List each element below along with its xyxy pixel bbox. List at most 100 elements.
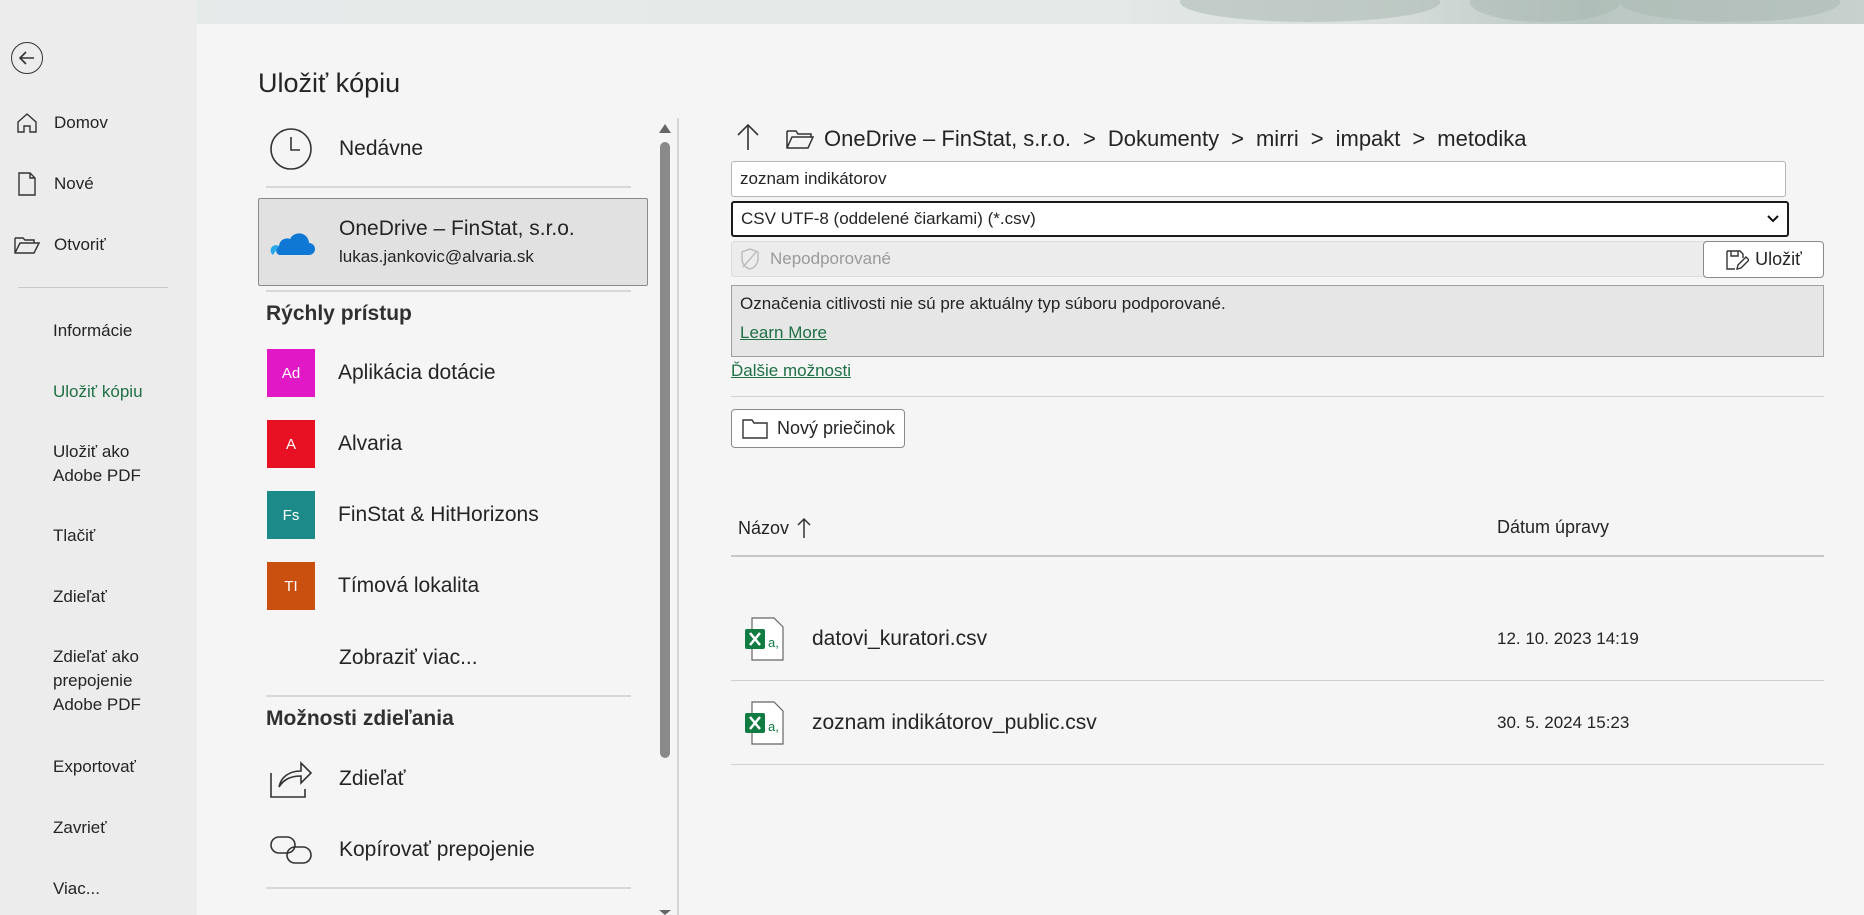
file-row[interactable]: a, datovi_kuratori.csv 12. 10. 2023 14:1… — [731, 597, 1824, 681]
column-header-date[interactable]: Dátum úpravy — [1497, 517, 1609, 538]
excel-csv-icon: a, — [745, 701, 784, 745]
breadcrumb-item[interactable]: Dokumenty — [1108, 126, 1219, 152]
quick-access-item[interactable]: Ad Aplikácia dotácie — [258, 348, 650, 398]
breadcrumb-item[interactable]: mirri — [1256, 126, 1299, 152]
share-icon — [269, 759, 313, 799]
home-icon — [14, 112, 40, 134]
file-date: 30. 5. 2024 15:23 — [1497, 713, 1630, 732]
quick-access-item[interactable]: A Alvaria — [258, 419, 650, 469]
separator — [266, 695, 631, 697]
column-name-label: Názov — [738, 517, 790, 538]
breadcrumb-separator: > — [1412, 126, 1426, 151]
decorative-shape — [1620, 0, 1840, 22]
separator — [266, 186, 631, 188]
site-tile-icon: TI — [267, 562, 315, 610]
show-more-locations[interactable]: Zobraziť viac... — [258, 633, 650, 683]
copy-link-label: Kopírovať prepojenie — [339, 838, 535, 861]
quick-access-item[interactable]: TI Tímová lokalita — [258, 561, 650, 611]
nav-info[interactable]: Informácie — [53, 319, 173, 343]
location-recent-label: Nedávne — [339, 137, 424, 160]
locations-scrollbar[interactable] — [656, 118, 674, 915]
breadcrumb-item[interactable]: impakt — [1336, 126, 1401, 152]
nav-share-adobe-link[interactable]: Zdieľať ako prepojenie Adobe PDF — [53, 645, 173, 717]
svg-text:a,: a, — [768, 635, 779, 650]
nav-new[interactable]: Nové — [14, 164, 94, 204]
back-arrow-icon — [18, 51, 34, 65]
back-button[interactable] — [11, 42, 43, 74]
header-divider — [731, 555, 1824, 557]
file-type-select[interactable]: CSV UTF-8 (oddelené čiarkami) (*.csv) — [731, 201, 1789, 237]
sensitivity-value: Nepodporované — [770, 249, 891, 268]
nav-home[interactable]: Domov — [14, 103, 108, 143]
sensitivity-notice: Označenia citlivosti nie sú pre aktuálny… — [731, 285, 1824, 357]
new-document-icon — [14, 172, 40, 196]
file-name: zoznam indikátorov_public.csv — [812, 711, 1097, 734]
backstage-nav: Domov Nové Otvoriť Informácie Uložiť kóp… — [0, 0, 197, 915]
decorative-shape — [1180, 0, 1440, 22]
notice-text: Označenia citlivosti nie sú pre aktuálny… — [740, 294, 1226, 313]
nav-more[interactable]: Viac... — [53, 877, 173, 901]
scroll-thumb[interactable] — [660, 142, 670, 758]
learn-more-link[interactable]: Learn More — [740, 323, 827, 343]
nav-divider — [18, 287, 168, 288]
file-name: datovi_kuratori.csv — [812, 627, 988, 650]
breadcrumb-item[interactable]: metodika — [1437, 126, 1526, 152]
site-tile-icon: Fs — [267, 491, 315, 539]
quick-access-label: Alvaria — [338, 432, 403, 455]
folder-icon — [786, 130, 814, 149]
breadcrumb-item[interactable]: OneDrive – FinStat, s.r.o. — [824, 126, 1071, 152]
column-date-label: Dátum úpravy — [1497, 517, 1610, 537]
onedrive-account: lukas.jankovic@alvaria.sk — [339, 247, 534, 266]
excel-csv-icon: a, — [745, 617, 784, 661]
up-folder-icon[interactable] — [736, 123, 760, 151]
new-folder-label: Nový priečinok — [777, 418, 896, 438]
nav-save-copy[interactable]: Uložiť kópiu — [53, 380, 173, 404]
location-onedrive[interactable]: OneDrive – FinStat, s.r.o. lukas.jankovi… — [258, 198, 648, 286]
save-button[interactable]: Uložiť — [1703, 241, 1824, 278]
nav-share[interactable]: Zdieľať — [53, 585, 173, 609]
row-divider — [731, 764, 1824, 765]
quick-access-heading: Rýchly prístup — [266, 302, 412, 325]
file-date: 12. 10. 2023 14:19 — [1497, 629, 1639, 648]
breadcrumb: OneDrive – FinStat, s.r.o. > Dokumenty >… — [786, 126, 1527, 152]
nav-save-adobe-pdf[interactable]: Uložiť ako Adobe PDF — [53, 440, 173, 488]
nav-close[interactable]: Zavrieť — [53, 816, 173, 840]
nav-open[interactable]: Otvoriť — [14, 225, 106, 265]
quick-access-label: Aplikácia dotácie — [338, 361, 496, 384]
more-options-link[interactable]: Ďalšie možnosti — [731, 361, 851, 381]
breadcrumb-separator: > — [1310, 126, 1324, 151]
nav-print[interactable]: Tlačiť — [53, 524, 173, 548]
file-type-value: CSV UTF-8 (oddelené čiarkami) (*.csv) — [741, 209, 1036, 228]
onedrive-cloud-icon — [269, 227, 315, 257]
copy-link-option[interactable]: Kopírovať prepojenie — [258, 825, 650, 875]
scroll-down-arrow-icon[interactable] — [658, 910, 672, 915]
save-edit-icon — [1726, 249, 1750, 270]
decorative-shape — [1470, 0, 1620, 22]
window-top-strip — [0, 0, 1864, 24]
breadcrumb-separator: > — [1082, 126, 1096, 151]
file-row[interactable]: a, zoznam indikátorov_public.csv 30. 5. … — [731, 681, 1824, 765]
share-option[interactable]: Zdieľať — [258, 754, 650, 804]
new-folder-button[interactable]: Nový priečinok — [731, 409, 905, 448]
location-recent[interactable]: Nedávne — [258, 124, 650, 174]
column-separator — [677, 118, 679, 915]
share-label: Zdieľať — [339, 767, 406, 790]
quick-access-label: FinStat & HitHorizons — [338, 503, 539, 526]
open-folder-icon — [14, 235, 40, 255]
column-header-name[interactable]: Názov — [738, 517, 811, 539]
onedrive-name: OneDrive – FinStat, s.r.o. — [339, 217, 575, 240]
nav-export[interactable]: Exportovať — [53, 755, 173, 779]
site-tile-icon: A — [267, 420, 315, 468]
nav-new-label: Nové — [54, 174, 94, 193]
breadcrumb-separator: > — [1231, 126, 1244, 151]
new-folder-icon — [742, 418, 768, 439]
filename-input[interactable]: zoznam indikátorov — [731, 161, 1786, 197]
scroll-up-arrow-icon[interactable] — [658, 122, 672, 134]
chevron-down-icon — [1767, 215, 1779, 223]
quick-access-item[interactable]: Fs FinStat & HitHorizons — [258, 490, 650, 540]
svg-text:a,: a, — [768, 719, 779, 734]
page-title: Uložiť kópiu — [258, 68, 401, 99]
filename-value: zoznam indikátorov — [740, 169, 887, 188]
nav-home-label: Domov — [54, 113, 108, 132]
site-tile-icon: Ad — [267, 349, 315, 397]
